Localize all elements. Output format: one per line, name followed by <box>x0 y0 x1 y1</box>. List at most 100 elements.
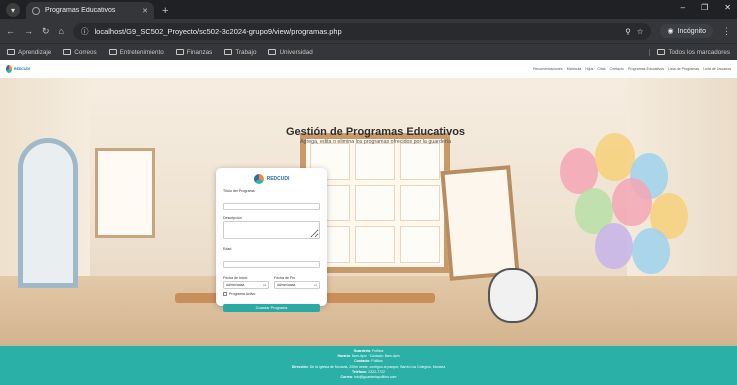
form-logo: REDCUDI <box>223 174 320 184</box>
bookmark-entretenimiento[interactable]: Entretenimiento <box>108 48 164 56</box>
logo-mark-icon <box>6 65 13 73</box>
start-date-input[interactable]: dd/mm/aaaa ▭ <box>223 281 269 289</box>
bookmark-label: Entretenimiento <box>119 48 164 56</box>
calendar-icon[interactable]: ▭ <box>263 283 266 287</box>
background-easel <box>95 148 155 238</box>
close-window-icon[interactable]: ✕ <box>724 3 731 12</box>
nav-lista-usuarios[interactable]: Lista de Usuarios <box>703 67 731 71</box>
browser-tab[interactable]: Programas Educativos ✕ <box>26 2 154 19</box>
balloon-decoration <box>595 223 633 269</box>
bookmarks-bar: Aprendizaje Correos Entretenimiento Fina… <box>0 43 737 60</box>
bookmark-label: Correos <box>74 48 97 56</box>
bookmark-label: Aprendizaje <box>18 48 52 56</box>
footer-label: Horario <box>337 354 350 359</box>
url-text: localhost/G9_SC502_Proyecto/sc502-3c2024… <box>94 26 342 36</box>
footer-value: info@guarderiapollitos.com <box>353 375 397 380</box>
folder-icon <box>108 49 117 55</box>
browser-tab-strip: ▾ Programas Educativos ✕ + – ❐ ✕ <box>0 0 737 19</box>
form-logo-text: REDCUDI <box>266 176 290 182</box>
folder-icon <box>63 49 72 55</box>
nav-programas[interactable]: Programas Educativos <box>628 67 664 71</box>
end-date-group: Fecha de Fin dd/mm/aaaa ▭ <box>274 274 320 289</box>
folder-icon <box>268 49 277 55</box>
site-logo[interactable]: REDCUDI <box>6 63 30 75</box>
age-label: Edad <box>223 247 232 251</box>
end-date-label: Fecha de Fin <box>274 276 295 280</box>
background-canvas <box>440 165 520 281</box>
footer-value: Pollitos <box>371 359 383 364</box>
address-bar[interactable]: ⓘ localhost/G9_SC502_Proyecto/sc502-3c20… <box>72 22 652 40</box>
bookmark-label: Universidad <box>279 48 313 56</box>
bookmark-aprendizaje[interactable]: Aprendizaje <box>7 49 51 56</box>
description-label: Descripción <box>223 216 242 220</box>
site-navbar: REDCUDI Recomendaciones Matricula Hijos … <box>0 60 737 78</box>
bookmark-label: Trabajo <box>235 48 257 56</box>
active-label: Programa Activo <box>229 292 256 296</box>
nav-hijos[interactable]: Hijos <box>585 67 593 71</box>
all-bookmarks[interactable]: Todos los marcadores <box>649 48 730 56</box>
bookmark-label: Finanzas <box>186 48 213 56</box>
hero-section: Gestión de Programas Educativos Agrega, … <box>0 78 737 346</box>
page-title: Gestión de Programas Educativos <box>285 126 466 138</box>
calendar-icon[interactable]: ▭ <box>314 283 317 287</box>
footer-value: 2222-7722 <box>368 369 386 374</box>
nav-lista-programas[interactable]: Lista de Programas <box>668 67 699 71</box>
active-checkbox[interactable] <box>223 292 227 296</box>
back-icon[interactable]: ← <box>6 26 15 36</box>
nav-contacto[interactable]: Contacto <box>610 67 624 71</box>
program-form: REDCUDI Título del Programa Descripción … <box>216 168 327 312</box>
page-subtitle: Agrega, edita o elimina los programas of… <box>299 139 452 145</box>
end-date-placeholder: dd/mm/aaaa <box>277 283 296 287</box>
forward-icon[interactable]: → <box>24 26 33 36</box>
all-bookmarks-label: Todos los marcadores <box>668 48 730 56</box>
start-date-group: Fecha de Inicio dd/mm/aaaa ▭ <box>223 274 269 289</box>
tab-search-icon[interactable]: ▾ <box>6 3 20 17</box>
maximize-icon[interactable]: ❐ <box>701 3 708 12</box>
site-footer: Guardería: Pollitos Horario: 8am-4pm · C… <box>0 346 737 385</box>
logo-text: REDCUDI <box>14 67 30 71</box>
window-controls: – ❐ ✕ <box>681 3 731 12</box>
zoom-icon[interactable]: ⚲ <box>625 27 631 36</box>
logo-mark-icon <box>253 174 264 184</box>
folder-icon <box>175 49 184 55</box>
footer-label: Teléfono <box>351 369 367 374</box>
footer-label: Correo <box>340 375 353 380</box>
nav-citas[interactable]: Citas <box>597 67 605 71</box>
title-input[interactable] <box>223 202 320 210</box>
incognito-badge[interactable]: ◉ Incógnito <box>660 24 713 38</box>
menu-icon[interactable]: ⋮ <box>722 26 731 37</box>
footer-label: Guardería <box>353 349 371 353</box>
save-program-button[interactable]: Guardar Programa <box>223 304 320 312</box>
tab-favicon-icon <box>32 6 40 15</box>
site-info-icon[interactable]: ⓘ <box>81 26 89 37</box>
age-input[interactable] <box>223 260 320 268</box>
footer-value: De la Iglesia de Moravia, 200m oeste, co… <box>309 364 446 369</box>
nav-matricula[interactable]: Matricula <box>567 67 582 71</box>
footer-label: Contacto <box>354 359 370 364</box>
balloon-decoration <box>632 228 670 274</box>
bookmark-star-icon[interactable]: ☆ <box>637 27 644 36</box>
home-icon[interactable]: ⌂ <box>59 26 64 36</box>
footer-line: Correo: info@guarderiapollitos.com <box>340 375 397 380</box>
close-tab-icon[interactable]: ✕ <box>142 7 148 15</box>
bookmark-correos[interactable]: Correos <box>63 48 97 56</box>
reload-icon[interactable]: ↻ <box>42 26 50 37</box>
incognito-label: Incógnito <box>677 27 706 35</box>
bookmark-trabajo[interactable]: Trabajo <box>224 49 256 56</box>
title-label: Título del Programa <box>223 189 255 193</box>
new-tab-icon[interactable]: + <box>162 5 168 17</box>
bookmark-finanzas[interactable]: Finanzas <box>175 48 213 56</box>
start-date-label: Fecha de Inicio <box>223 276 248 280</box>
start-date-placeholder: dd/mm/aaaa <box>226 283 245 287</box>
web-page: REDCUDI Recomendaciones Matricula Hijos … <box>0 60 737 385</box>
description-textarea[interactable] <box>223 221 320 239</box>
end-date-input[interactable]: dd/mm/aaaa ▭ <box>274 281 320 289</box>
footer-label: Dirección <box>291 364 308 369</box>
minimize-icon[interactable]: – <box>681 3 685 12</box>
nav-recomendaciones[interactable]: Recomendaciones <box>533 67 563 71</box>
nav-links: Recomendaciones Matricula Hijos Citas Co… <box>533 67 731 71</box>
bookmark-universidad[interactable]: Universidad <box>268 48 313 56</box>
background-door <box>18 138 78 288</box>
incognito-icon: ◉ <box>667 28 674 35</box>
footer-value: 8am-4pm · Cuidado: 8am-4pm <box>351 354 400 359</box>
